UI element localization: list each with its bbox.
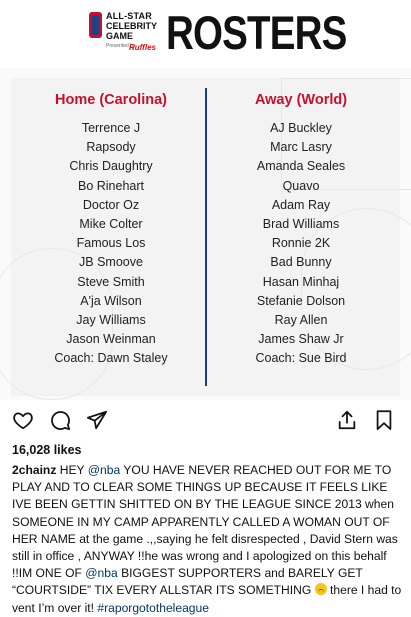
home-player-name: Doctor Oz bbox=[82, 197, 140, 212]
logo-line-1: ALL-STAR bbox=[106, 11, 152, 21]
hashtag-link[interactable]: #raporgototheleague bbox=[97, 601, 209, 615]
nba-logo-icon bbox=[89, 12, 102, 38]
caption-username[interactable]: 2chainz bbox=[12, 463, 56, 477]
logo-line-3: GAME bbox=[106, 31, 133, 41]
all-star-celebrity-game-logo: ALL-STAR CELEBRITY GAME Presented by Ruf… bbox=[89, 12, 159, 62]
bookmark-icon[interactable] bbox=[373, 409, 395, 431]
home-player-name: Terrence J bbox=[81, 121, 141, 135]
home-player-name: A'ja Wilson bbox=[80, 293, 142, 308]
caption-text: HEY bbox=[56, 463, 88, 477]
away-player-name: Quavo bbox=[282, 178, 320, 193]
post-action-bar bbox=[0, 403, 411, 435]
away-roster-column: Away (World) AJ Buckley Marc Lasry Amanda … bbox=[211, 90, 391, 369]
away-player-name: Brad Williams bbox=[262, 217, 340, 232]
share-icon[interactable] bbox=[86, 409, 108, 431]
graphic-header: ALL-STAR CELEBRITY GAME Presented by Ruf… bbox=[0, 0, 411, 68]
home-player-name: Mike Colter bbox=[79, 217, 143, 232]
home-player-name: Jay Williams bbox=[76, 313, 146, 328]
away-player-list: AJ Buckley Marc Lasry Amanda Seales Quavo Ad… bbox=[211, 119, 391, 369]
home-player-name: JB Smoove bbox=[79, 255, 143, 270]
logo-line-2: CELEBRITY bbox=[106, 21, 158, 31]
home-player-name: Rapsody bbox=[86, 140, 136, 155]
away-player-name: Bad Bunny bbox=[270, 255, 332, 270]
away-player-name: Marc Lasry bbox=[270, 140, 332, 155]
home-roster-column: Home (Carolina) Terrence J Rapsody Chris D… bbox=[21, 90, 201, 369]
home-team-heading: Home (Carolina) bbox=[55, 92, 167, 108]
caption-text: YOU HAVE NEVER REACHED OUT FOR ME TO PLA… bbox=[12, 463, 398, 581]
roster-graphic: ALL-STAR CELEBRITY GAME Presented by Ruf… bbox=[0, 0, 411, 400]
likes-count[interactable]: 16,028 likes bbox=[12, 443, 82, 457]
column-divider bbox=[205, 88, 207, 386]
post-caption: 2chainz HEY @nba YOU HAVE NEVER REACHED … bbox=[12, 462, 404, 617]
grimacing-face-emoji-icon bbox=[314, 583, 327, 596]
away-player-name: Adam Ray bbox=[271, 197, 331, 212]
away-player-name: Amanda Seales bbox=[256, 159, 346, 174]
away-player-name: Stefanie Dolson bbox=[256, 293, 346, 308]
roster-panel: Home (Carolina) Terrence J Rapsody Chris D… bbox=[0, 78, 411, 400]
mention-link[interactable]: @nba bbox=[88, 463, 120, 477]
home-player-name: Chris Daughtry bbox=[69, 159, 153, 174]
logo-sponsor: Ruffles bbox=[129, 43, 156, 52]
home-player-list: Terrence J Rapsody Chris Daughtry Bo Rineha… bbox=[21, 119, 201, 369]
home-player-name: Steve Smith bbox=[77, 274, 145, 289]
away-player-name: James Shaw Jr bbox=[258, 332, 344, 347]
away-player-name: Hasan Minhaj bbox=[262, 274, 340, 289]
comment-icon[interactable] bbox=[49, 409, 71, 431]
heart-icon[interactable] bbox=[12, 409, 34, 431]
home-player-name: Bo Rinehart bbox=[77, 178, 144, 193]
graphic-title: ROSTERS bbox=[166, 6, 347, 59]
home-player-name: Coach: Dawn Staley bbox=[54, 351, 168, 366]
upload-icon[interactable] bbox=[336, 409, 358, 431]
away-team-heading: Away (World) bbox=[254, 92, 348, 108]
mention-link[interactable]: @nba bbox=[85, 566, 117, 580]
away-player-name: Ray Allen bbox=[274, 313, 328, 328]
away-player-name: Ronnie 2K bbox=[271, 236, 331, 251]
away-player-name: AJ Buckley bbox=[270, 121, 332, 135]
home-player-name: Famous Los bbox=[76, 236, 146, 251]
away-player-name: Coach: Sue Bird bbox=[255, 351, 347, 366]
home-player-name: Jason Weinman bbox=[66, 332, 156, 347]
